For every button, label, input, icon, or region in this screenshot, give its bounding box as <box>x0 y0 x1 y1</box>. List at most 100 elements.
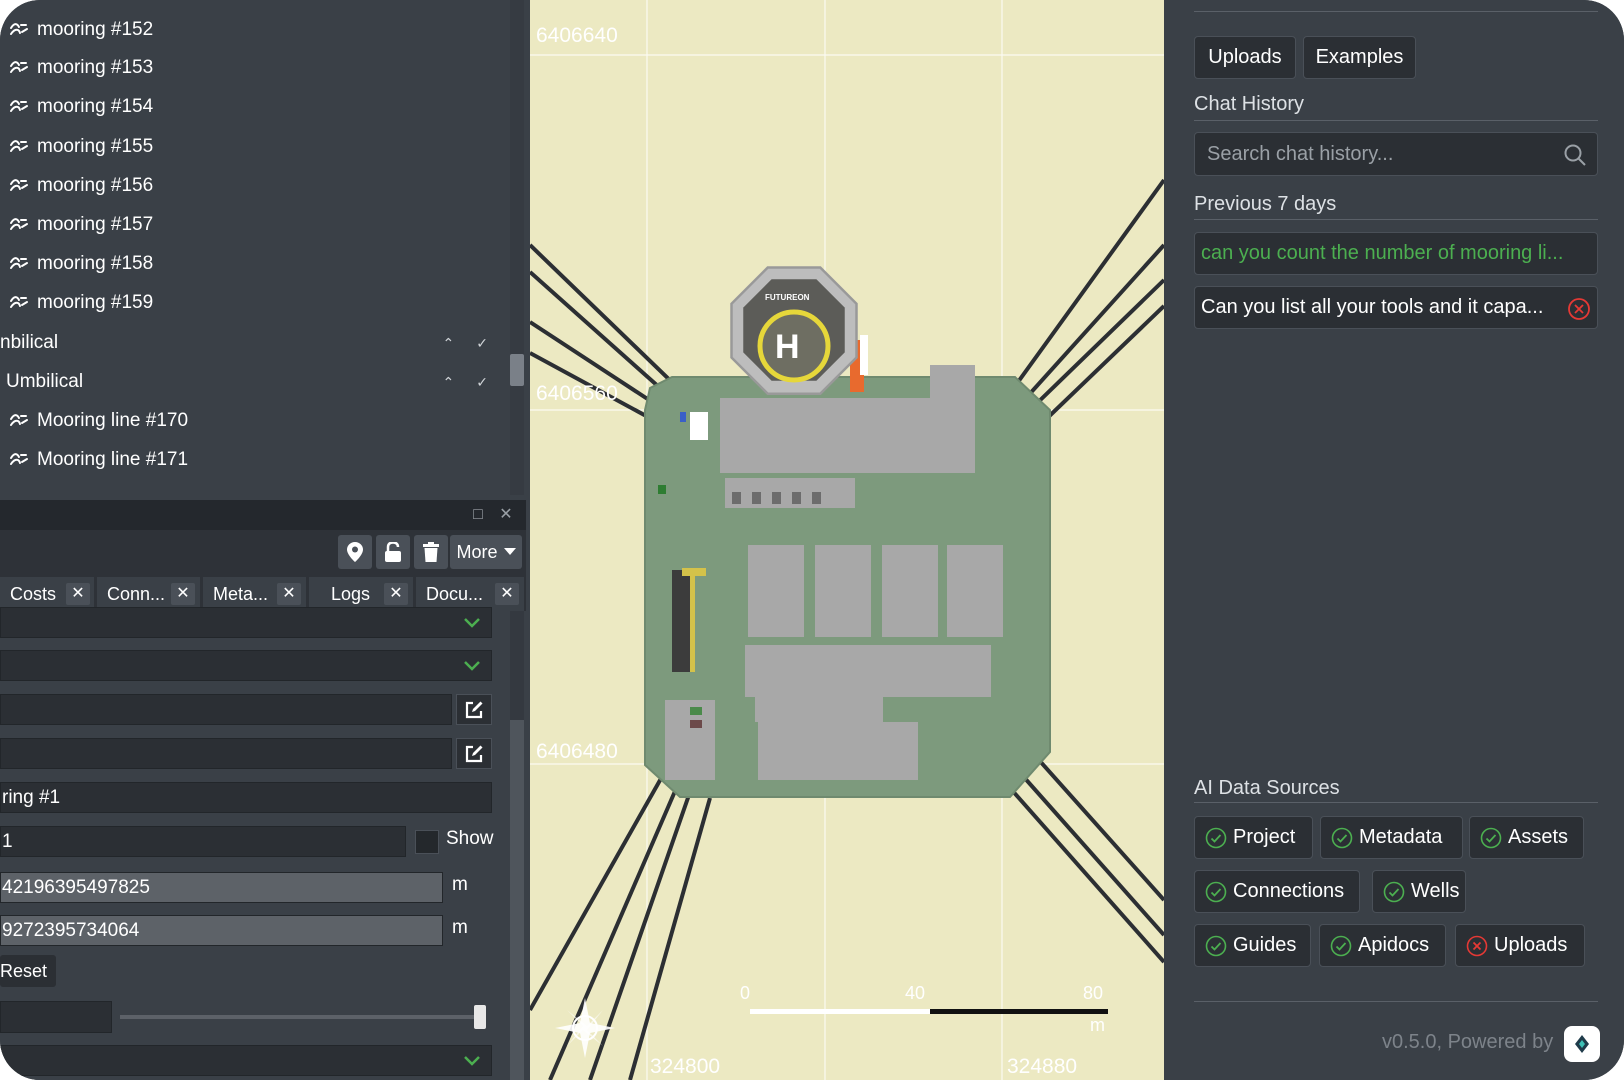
brand-logo-icon[interactable] <box>1564 1026 1600 1062</box>
divider <box>1194 120 1598 121</box>
edit-reference-button[interactable] <box>456 694 492 725</box>
type-select[interactable] <box>0 607 492 638</box>
tree-item-mooring-line[interactable] <box>0 480 510 495</box>
tree-scrollbar-track[interactable] <box>510 0 524 495</box>
tree-group-umbilical[interactable]: Umbilical ⌃ ✓ <box>0 363 510 401</box>
model-select[interactable] <box>0 650 492 681</box>
source-label: Apidocs <box>1358 934 1430 956</box>
delete-chat-icon[interactable] <box>1567 297 1591 321</box>
check-circle-icon <box>1383 881 1405 902</box>
chat-history-item[interactable]: can you count the number of mooring li..… <box>1194 232 1598 275</box>
chat-history-item[interactable]: Can you list all your tools and it capa.… <box>1194 286 1598 329</box>
source-metadata-button[interactable]: Metadata <box>1320 816 1463 859</box>
id-value: 1 <box>2 830 13 852</box>
tree-item-mooring[interactable]: mooring #155 <box>0 128 510 166</box>
source-wells-button[interactable]: Wells <box>1372 870 1466 913</box>
helipad-letter: H <box>775 328 800 366</box>
form-scrollbar-thumb[interactable] <box>510 720 524 1080</box>
source-uploads-button[interactable]: Uploads <box>1455 924 1585 967</box>
source-connections-button[interactable]: Connections <box>1194 870 1360 913</box>
id-input[interactable]: 1 <box>0 826 406 857</box>
source-project-button[interactable]: Project <box>1194 816 1313 859</box>
lock-button[interactable] <box>376 535 410 569</box>
grid-label-y-mid: 6406560 <box>536 382 618 405</box>
slider-thumb[interactable] <box>474 1005 486 1029</box>
source-guides-button[interactable]: Guides <box>1194 924 1311 967</box>
tab-label: Costs <box>10 583 57 604</box>
uploads-button[interactable]: Uploads <box>1194 36 1296 79</box>
tree-item-mooring[interactable]: mooring #157 <box>0 206 510 244</box>
source-apidocs-button[interactable]: Apidocs <box>1319 924 1446 967</box>
tab-costs[interactable]: Costs ✕ <box>0 577 94 611</box>
close-icon[interactable]: ✕ <box>495 583 519 605</box>
tree-item-label: mooring #159 <box>37 292 154 313</box>
mooring-icon <box>8 292 30 314</box>
close-icon[interactable]: ✕ <box>171 583 195 605</box>
collapse-icon[interactable]: ⌃ <box>443 374 455 391</box>
tree-item-mooring[interactable]: mooring #154 <box>0 88 510 126</box>
more-dropdown-button[interactable]: More <box>450 535 522 569</box>
tree-item-mooring[interactable]: mooring #153 <box>0 49 510 87</box>
source-assets-button[interactable]: Assets <box>1469 816 1584 859</box>
x-value: 42196395497825 <box>2 876 150 898</box>
collapse-icon[interactable]: ⌃ <box>443 335 455 352</box>
check-icon[interactable]: ✓ <box>476 335 488 352</box>
tab-connections[interactable]: Conn... ✕ <box>97 577 200 611</box>
slider-track[interactable] <box>120 1015 480 1019</box>
close-icon[interactable]: ✕ <box>496 505 516 525</box>
edit-icon <box>465 701 483 718</box>
properties-toolbar: More <box>0 530 526 575</box>
name-input[interactable]: ring #1 <box>0 782 492 813</box>
y-coordinate-field: 9272395734064 <box>0 915 443 946</box>
edit-parent-button[interactable] <box>456 738 492 769</box>
map-canvas[interactable] <box>530 0 1164 1080</box>
tree-item-mooring[interactable]: mooring #158 <box>0 245 510 283</box>
tree-item-label: mooring #158 <box>37 253 154 274</box>
previous-days-heading: Previous 7 days <box>1194 193 1337 215</box>
check-circle-icon <box>1205 935 1227 956</box>
tree-item-mooring[interactable]: mooring #152 <box>0 11 510 49</box>
tree-item-mooring[interactable]: mooring #159 <box>0 284 510 322</box>
map-pin-icon <box>347 542 363 562</box>
check-circle-icon <box>1330 935 1352 956</box>
bottom-select[interactable] <box>0 1045 492 1076</box>
tab-label: Logs <box>331 583 371 604</box>
search-icon[interactable] <box>1563 143 1587 167</box>
platform[interactable] <box>644 335 1051 798</box>
examples-button[interactable]: Examples <box>1303 36 1416 79</box>
tree-scrollbar-thumb[interactable] <box>510 354 524 386</box>
tree-group-label: Umbilical <box>6 371 84 392</box>
check-circle-icon <box>1480 827 1502 848</box>
search-placeholder: Search chat history... <box>1207 142 1394 165</box>
search-input[interactable]: Search chat history... <box>1194 132 1598 176</box>
show-checkbox[interactable] <box>415 830 439 854</box>
close-icon[interactable]: ✕ <box>277 583 301 605</box>
tree-group-umbilical-parent[interactable]: nbilical ⌃ ✓ <box>0 324 510 362</box>
tab-documents[interactable]: Docu... ✕ <box>416 577 524 611</box>
source-label: Assets <box>1508 826 1569 848</box>
edit-icon <box>465 745 483 762</box>
tree-item-mooring[interactable]: mooring #156 <box>0 167 510 205</box>
maximize-icon[interactable]: □ <box>468 505 488 525</box>
close-icon[interactable]: ✕ <box>66 583 90 605</box>
caret-down-icon <box>503 548 516 555</box>
error-circle-icon <box>1466 935 1488 956</box>
locate-button[interactable] <box>338 535 372 569</box>
reference-field[interactable] <box>0 694 452 725</box>
mooring-icon <box>8 253 30 275</box>
delete-button[interactable] <box>414 535 448 569</box>
source-label: Connections <box>1233 880 1345 902</box>
map-view[interactable]: 6406640 6406560 6406480 324800 324880 0 … <box>530 0 1164 1080</box>
reset-button[interactable]: Reset <box>0 955 56 987</box>
close-icon[interactable]: ✕ <box>384 583 408 605</box>
reset-label: Reset <box>0 960 48 981</box>
check-icon[interactable]: ✓ <box>476 374 488 391</box>
tab-logs[interactable]: Logs ✕ <box>309 577 413 611</box>
tree-item-mooring-line[interactable]: Mooring line #170 <box>0 402 510 440</box>
parent-field[interactable] <box>0 738 452 769</box>
scale-bar <box>750 1009 1108 1014</box>
source-label: Guides <box>1233 934 1297 956</box>
tab-metadata[interactable]: Meta... ✕ <box>203 577 306 611</box>
slider-value-input[interactable] <box>0 1001 112 1033</box>
tree-item-mooring-line[interactable]: Mooring line #171 <box>0 441 510 479</box>
